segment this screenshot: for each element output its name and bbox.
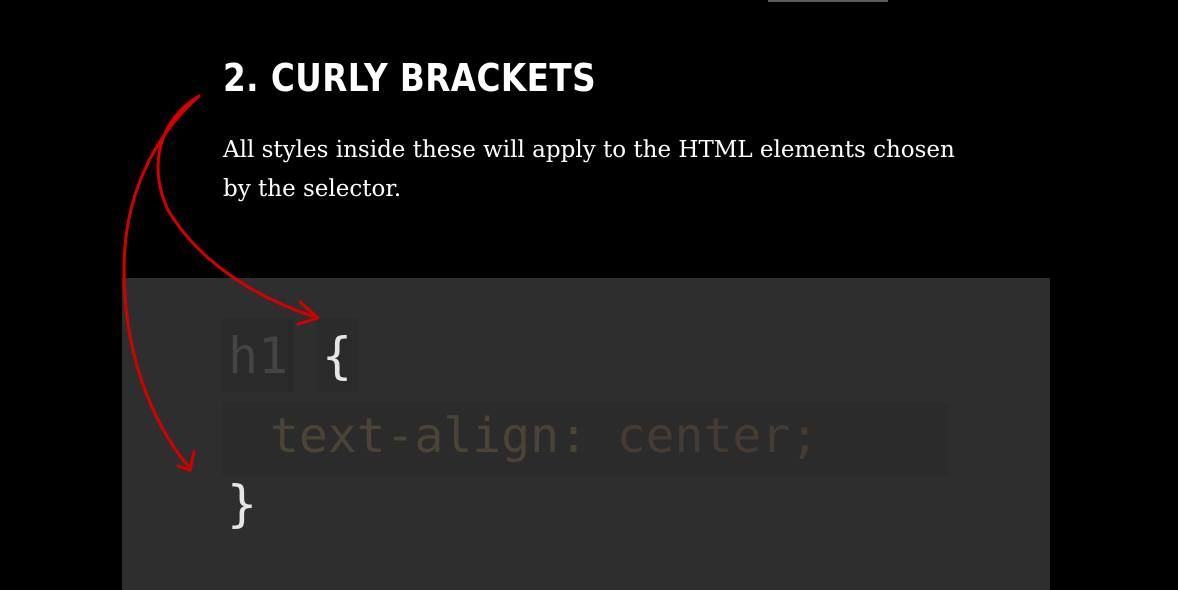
code-colon: : [558, 408, 617, 464]
code-panel: h1 { text-align: center; } [122, 278, 1050, 590]
code-property: text-align [270, 408, 559, 464]
code-value: center [616, 408, 791, 464]
section-description: All styles inside these will apply to th… [223, 137, 955, 202]
code-declaration: text-align: center; [270, 406, 819, 466]
code-open-brace: { [316, 318, 359, 392]
slide: 2. CURLY BRACKETS All styles inside thes… [0, 0, 1178, 590]
code-selector: h1 [222, 318, 295, 392]
code-close-brace: } [227, 475, 258, 533]
top-edge-line [768, 0, 888, 2]
section-heading: 2. CURLY BRACKETS [223, 56, 597, 100]
code-semicolon: ; [790, 408, 820, 464]
